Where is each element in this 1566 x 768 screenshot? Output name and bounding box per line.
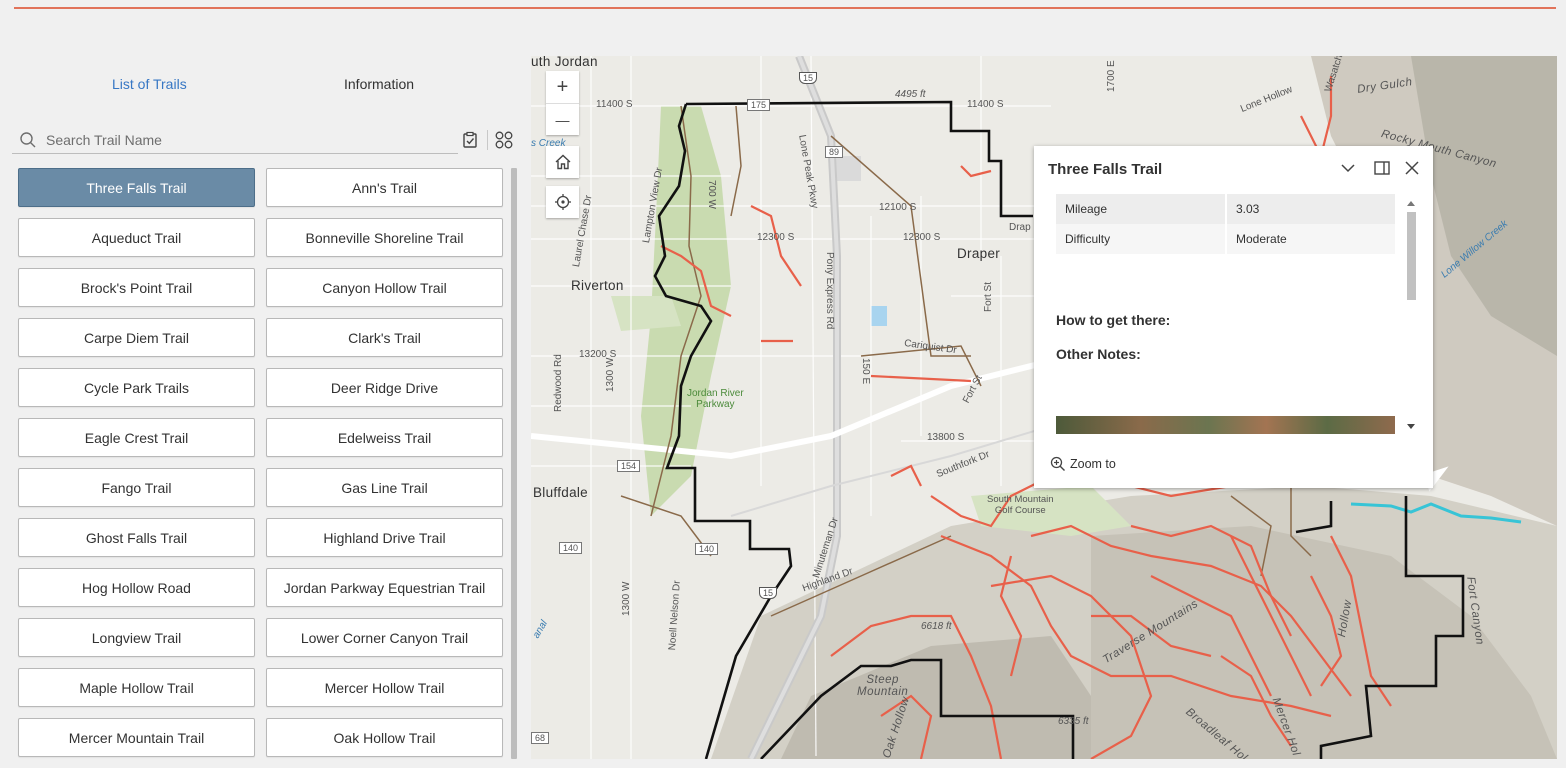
trail-photo (1056, 416, 1395, 434)
trail-button[interactable]: Clark's Trail (266, 318, 503, 357)
road-label: Pony Express Rd (824, 252, 835, 330)
elevation-label: 6618 ft (921, 621, 952, 632)
place-label: Draper (957, 246, 1001, 261)
trail-list-scrollbar[interactable] (511, 168, 517, 759)
road-label: 1300 W (605, 357, 616, 392)
trail-button[interactable]: Fango Trail (18, 468, 255, 507)
trail-button[interactable]: Eagle Crest Trail (18, 418, 255, 457)
attribute-row: Mileage 3.03 (1056, 194, 1395, 224)
interstate-shield: 15 (759, 587, 778, 599)
route-shield: 140 (559, 542, 583, 554)
trail-button[interactable]: Brock's Point Trail (18, 268, 255, 307)
road-label: Drap (1009, 222, 1031, 233)
zoom-to-label: Zoom to (1070, 457, 1116, 471)
other-notes-heading: Other Notes: (1056, 346, 1141, 362)
trail-button[interactable]: Highland Drive Trail (266, 518, 503, 557)
road-label: 12300 S (757, 232, 795, 243)
popup-title: Three Falls Trail (1048, 161, 1163, 178)
elevation-label: 6335 ft (1058, 716, 1089, 727)
trail-button[interactable]: Hog Hollow Road (18, 568, 255, 607)
how-to-get-there-heading: How to get there: (1056, 312, 1171, 328)
route-shield: 140 (695, 543, 719, 555)
place-label: uth Jordan (531, 56, 598, 69)
trail-button[interactable]: Cycle Park Trails (18, 368, 255, 407)
trail-button[interactable]: Deer Ridge Drive (266, 368, 503, 407)
feature-popup: Three Falls Trail Mileage 3.03 Difficult… (1034, 146, 1433, 488)
trail-button[interactable]: Edelweiss Trail (266, 418, 503, 457)
zoom-control: + — (546, 71, 579, 135)
trail-button[interactable]: Jordan Parkway Equestrian Trail (266, 568, 503, 607)
attribute-row: Difficulty Moderate (1056, 224, 1395, 254)
road-label: 1300 W (621, 581, 632, 616)
road-label: 12300 S (903, 232, 941, 243)
trail-button[interactable]: Oak Hollow Trail (266, 718, 503, 757)
trail-button[interactable]: Carpe Diem Trail (18, 318, 255, 357)
dock-icon[interactable] (1371, 157, 1393, 179)
road-label: 11400 S (596, 99, 633, 110)
route-shield: 175 (747, 99, 771, 111)
trail-button[interactable]: Mercer Hollow Trail (266, 668, 503, 707)
trail-button[interactable]: Gas Line Trail (266, 468, 503, 507)
route-shield: 68 (531, 732, 550, 744)
home-icon (555, 154, 570, 170)
zoom-in-button[interactable]: + (546, 71, 579, 103)
trail-button[interactable]: Bonneville Shoreline Trail (266, 218, 503, 257)
trail-button[interactable]: Ann's Trail (266, 168, 503, 207)
trail-button[interactable]: Maple Hollow Trail (18, 668, 255, 707)
road-label: 700 W (706, 180, 717, 209)
route-shield: 154 (617, 460, 641, 472)
close-icon[interactable] (1401, 157, 1423, 179)
trail-button[interactable]: Mercer Mountain Trail (18, 718, 255, 757)
trail-button[interactable]: Aqueduct Trail (18, 218, 255, 257)
search-bar (12, 126, 458, 154)
place-label: South Mountain Golf Course (987, 494, 1054, 516)
elevation-label: 4495 ft (895, 89, 926, 100)
route-shield: 89 (825, 146, 844, 158)
trail-button[interactable]: Ghost Falls Trail (18, 518, 255, 557)
home-button[interactable] (546, 146, 579, 178)
popup-scrollbar[interactable] (1404, 198, 1418, 434)
attribute-key: Difficulty (1056, 224, 1227, 254)
road-label: 12100 S (879, 202, 917, 213)
zoom-in-icon (1050, 456, 1065, 471)
search-input[interactable] (44, 129, 444, 151)
road-label: 11400 S (967, 99, 1004, 110)
place-label: Riverton (571, 278, 624, 293)
toolbar-divider (487, 130, 488, 150)
place-label: Bluffdale (533, 485, 588, 500)
trail-button[interactable]: Longview Trail (18, 618, 255, 657)
road-label: 13800 S (927, 432, 965, 443)
locate-icon (554, 194, 571, 210)
collapse-icon[interactable] (1337, 157, 1359, 179)
trail-button[interactable]: Canyon Hollow Trail (266, 268, 503, 307)
tab-list-of-trails[interactable]: List of Trails (112, 76, 187, 92)
tab-information[interactable]: Information (344, 76, 414, 92)
locate-button[interactable] (546, 186, 579, 218)
grid-layout-icon[interactable] (494, 130, 514, 150)
trail-button[interactable]: Three Falls Trail (18, 168, 255, 207)
popup-content: Mileage 3.03 Difficulty Moderate How to … (1056, 194, 1401, 434)
panel-tabs: List of Trails Information (30, 76, 500, 98)
trail-list: Three Falls Trail Ann's Trail Aqueduct Tra… (18, 168, 504, 768)
trail-button[interactable]: Lower Corner Canyon Trail (266, 618, 503, 657)
interstate-shield: 15 (799, 72, 818, 84)
road-label: Redwood Rd (553, 354, 564, 412)
search-icon (20, 132, 36, 148)
road-label: Fort St (983, 281, 994, 312)
road-label: 150 E (860, 358, 871, 385)
road-label: 1700 E (1106, 60, 1117, 92)
attribute-table: Mileage 3.03 Difficulty Moderate (1056, 194, 1395, 254)
clipboard-clear-icon[interactable] (460, 130, 480, 150)
attribute-key: Mileage (1056, 194, 1227, 224)
zoom-out-button[interactable]: — (546, 103, 579, 135)
park-label: Jordan River Parkway (687, 388, 744, 410)
attribute-value: 3.03 (1226, 194, 1395, 224)
zoom-to-button[interactable]: Zoom to (1050, 456, 1116, 472)
attribute-value: Moderate (1226, 224, 1395, 254)
header-accent-line (14, 7, 1556, 9)
